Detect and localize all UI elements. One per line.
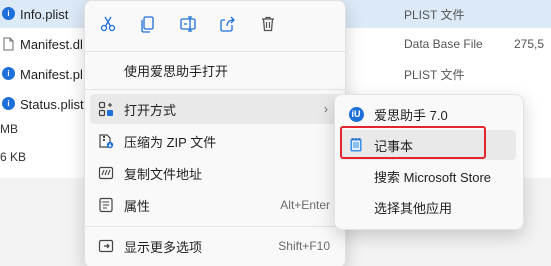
menu-separator — [85, 226, 345, 227]
file-size: 275,5 — [514, 37, 545, 51]
submenu-item-label: 爱思助手 7.0 — [374, 107, 448, 123]
menu-separator — [85, 89, 345, 90]
blank-icon — [348, 168, 364, 184]
more-options-icon — [98, 238, 114, 254]
copy-path-icon — [98, 165, 114, 181]
file-type: Data Base File — [404, 37, 483, 51]
file-name: Info.plist — [20, 6, 69, 22]
submenu-item-label: 记事本 — [374, 138, 414, 154]
submenu-item-label: 选择其他应用 — [374, 200, 453, 216]
zip-icon — [98, 133, 114, 149]
open-with-submenu: iU 爱思助手 7.0 记事本 搜索 Microsoft Store 选择其他应… — [334, 94, 524, 230]
chevron-right-icon: › — [324, 102, 328, 116]
menu-item-label: 使用爱思助手打开 — [124, 63, 229, 79]
submenu-item-choose-app[interactable]: 选择其他应用 — [340, 192, 516, 222]
delete-icon — [259, 15, 277, 38]
menu-item-label: 压缩为 ZIP 文件 — [124, 134, 217, 150]
share-button[interactable] — [208, 9, 248, 43]
submenu-item-search-store[interactable]: 搜索 Microsoft Store — [340, 161, 516, 191]
i4-app-icon: iU — [348, 106, 364, 122]
file-type: PLIST 文件 — [404, 67, 465, 82]
desktop-screen: i Info.plist 0 PLIST 文件 Manifest.dl Data… — [0, 0, 551, 266]
file-name: Status.plist — [20, 96, 84, 112]
i4-file-icon: i — [2, 67, 16, 81]
file-name: Manifest.pl — [20, 66, 83, 82]
menu-item-label: 显示更多选项 — [124, 239, 203, 255]
show-more-options-item[interactable]: 显示更多选项 Shift+F10 — [90, 231, 340, 261]
menu-item-label: 属性 — [124, 198, 151, 214]
menu-item-label: 打开方式 — [124, 102, 177, 118]
open-with-icon — [98, 101, 114, 117]
properties-item[interactable]: 属性 Alt+Enter — [90, 190, 340, 220]
file-name: Manifest.dl — [20, 36, 83, 52]
cut-icon — [99, 15, 117, 38]
copy-button[interactable] — [128, 9, 168, 43]
partial-row: MB — [0, 122, 18, 136]
rename-icon — [179, 15, 197, 38]
shortcut-label: Shift+F10 — [278, 239, 330, 253]
notepad-icon — [348, 137, 364, 153]
shortcut-label: Alt+Enter — [280, 198, 330, 212]
submenu-item-notepad[interactable]: 记事本 — [340, 130, 516, 160]
copy-icon — [139, 15, 157, 38]
context-menu: 使用爱思助手打开 打开方式 › 压缩为 ZIP 文件 复制文件地址 属性 Alt… — [84, 0, 346, 266]
copy-path-item[interactable]: 复制文件地址 — [90, 158, 340, 188]
delete-button[interactable] — [248, 9, 288, 43]
menu-separator — [85, 51, 345, 52]
cut-button[interactable] — [88, 9, 128, 43]
share-icon — [219, 15, 237, 38]
i4-file-icon: i — [2, 97, 16, 111]
blank-icon — [98, 62, 114, 78]
file-type: PLIST 文件 — [404, 7, 465, 22]
partial-row: 6 KB — [0, 150, 27, 164]
open-with-item[interactable]: 打开方式 › — [90, 94, 340, 124]
quick-action-bar — [85, 7, 345, 45]
rename-button[interactable] — [168, 9, 208, 43]
submenu-item-i4[interactable]: iU 爱思助手 7.0 — [340, 99, 516, 129]
blank-icon — [348, 199, 364, 215]
submenu-item-label: 搜索 Microsoft Store — [374, 169, 492, 185]
file-icon — [2, 37, 16, 51]
properties-icon — [98, 197, 114, 213]
i4-file-icon: i — [2, 7, 16, 21]
open-with-i4-item[interactable]: 使用爱思助手打开 — [90, 55, 340, 85]
menu-item-label: 复制文件地址 — [124, 166, 203, 182]
compress-zip-item[interactable]: 压缩为 ZIP 文件 — [90, 126, 340, 156]
